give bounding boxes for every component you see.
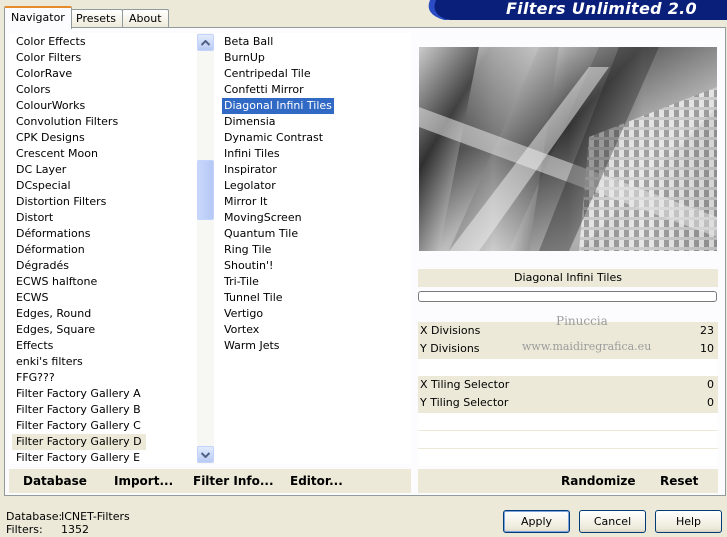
category-item[interactable]: Filter Factory Gallery E — [12, 450, 144, 466]
chevron-up-icon — [201, 39, 210, 46]
editor-link[interactable]: Editor... — [290, 473, 343, 489]
category-item[interactable]: ECWS — [12, 290, 53, 306]
category-item[interactable]: Distortion Filters — [12, 194, 110, 210]
filter-item[interactable]: BurnUp — [222, 50, 267, 66]
category-item[interactable]: ECWS halftone — [12, 274, 101, 290]
category-item[interactable]: Convolution Filters — [12, 114, 122, 130]
filter-item[interactable]: Beta Ball — [222, 34, 275, 50]
scroll-down-button[interactable] — [197, 446, 214, 463]
filter-item[interactable]: Warm Jets — [222, 338, 282, 354]
category-item[interactable]: Edges, Square — [12, 322, 99, 338]
filter-item[interactable]: Quantum Tile — [222, 226, 300, 242]
param-y-tiling-selector[interactable]: Y Tiling Selector 0 — [418, 394, 718, 412]
category-item[interactable]: Color Filters — [12, 50, 85, 66]
param-value: 10 — [700, 342, 714, 355]
param-label: Y Tiling Selector — [420, 396, 509, 409]
filters-count-label: Filters: — [6, 523, 43, 536]
param-value: 23 — [700, 324, 714, 337]
database-link[interactable]: Database — [23, 473, 87, 489]
app-title: Filters Unlimited 2.0 — [505, 0, 697, 18]
scroll-thumb[interactable] — [197, 160, 214, 220]
filter-item[interactable]: Infini Tiles — [222, 146, 282, 162]
filter-item[interactable]: Centripedal Tile — [222, 66, 313, 82]
param-value: 0 — [707, 378, 714, 391]
filter-item[interactable]: Tri-Tile — [222, 274, 261, 290]
category-item[interactable]: ColorRave — [12, 66, 76, 82]
preview-toolbar: Randomize Reset — [418, 469, 718, 493]
param-label: X Tiling Selector — [420, 378, 510, 391]
filter-item[interactable]: Tunnel Tile — [222, 290, 285, 306]
category-item[interactable]: Filter Factory Gallery D — [12, 434, 146, 450]
category-item[interactable]: FFG??? — [12, 370, 59, 386]
category-item[interactable]: ColourWorks — [12, 98, 89, 114]
category-item[interactable]: Edges, Round — [12, 306, 95, 322]
category-item[interactable]: DCspecial — [12, 178, 75, 194]
apply-button[interactable]: Apply — [503, 510, 570, 533]
database-label: Database: — [6, 510, 63, 523]
category-item[interactable]: CPK Designs — [12, 130, 89, 146]
tab-presets[interactable]: Presets — [69, 9, 124, 28]
category-list[interactable]: Color Effects Color Filters ColorRave Color… — [9, 33, 214, 466]
filter-item[interactable]: Confetti Mirror — [222, 82, 306, 98]
category-item[interactable]: Dégradés — [12, 258, 73, 274]
param-empty-row — [418, 448, 718, 466]
chevron-down-icon — [201, 451, 210, 458]
filter-item[interactable]: Dynamic Contrast — [222, 130, 325, 146]
filter-item[interactable]: Ring Tile — [222, 242, 273, 258]
preview-graphic — [419, 47, 717, 251]
filter-info-link[interactable]: Filter Info... — [193, 473, 274, 489]
filter-item[interactable]: Vertigo — [222, 306, 265, 322]
status-info: Database: ICNET-Filters Filters: 1352 — [6, 510, 206, 536]
filter-list[interactable]: Beta Ball BurnUp Centripedal Tile Confetti … — [214, 33, 411, 464]
category-item[interactable]: Filter Factory Gallery A — [12, 386, 145, 402]
category-scrollbar[interactable] — [197, 33, 214, 464]
reset-link[interactable]: Reset — [660, 473, 698, 489]
filter-preview-image — [419, 47, 717, 251]
category-item[interactable]: Filter Factory Gallery C — [12, 418, 145, 434]
tab-navigator[interactable]: Navigator — [4, 6, 72, 29]
watermark-url: www.maidiregrafica.eu — [522, 340, 652, 353]
category-item[interactable]: Colors — [12, 82, 54, 98]
category-item[interactable]: Déformation — [12, 242, 89, 258]
param-x-tiling-selector[interactable]: X Tiling Selector 0 — [418, 376, 718, 394]
filter-item[interactable]: Vortex — [222, 322, 261, 338]
param-value: 0 — [707, 396, 714, 409]
param-empty-row — [418, 430, 718, 448]
param-label: X Divisions — [420, 324, 481, 337]
category-item[interactable]: Crescent Moon — [12, 146, 102, 162]
scroll-up-button[interactable] — [197, 34, 214, 51]
navigator-toolbar: Database Import... Filter Info... Editor… — [9, 469, 411, 493]
database-value: ICNET-Filters — [61, 510, 130, 523]
progress-bar — [418, 291, 717, 302]
param-label: Y Divisions — [420, 342, 480, 355]
category-item[interactable]: Effects — [12, 338, 57, 354]
randomize-link[interactable]: Randomize — [561, 473, 635, 489]
selected-filter-name: Diagonal Infini Tiles — [418, 269, 718, 287]
filter-item[interactable]: Inspirator — [222, 162, 279, 178]
help-button[interactable]: Help — [655, 510, 722, 533]
category-item[interactable]: Filter Factory Gallery B — [12, 402, 145, 418]
param-empty-row — [418, 358, 718, 376]
category-item[interactable]: Déformations — [12, 226, 94, 242]
filter-item[interactable]: Legolator — [222, 178, 278, 194]
import-link[interactable]: Import... — [114, 473, 173, 489]
category-item[interactable]: enki's filters — [12, 354, 87, 370]
category-item[interactable]: Distort — [12, 210, 57, 226]
watermark-name: Pinuccia — [556, 314, 608, 328]
category-item[interactable]: DC Layer — [12, 162, 70, 178]
category-item[interactable]: Color Effects — [12, 34, 90, 50]
filter-item[interactable]: Diagonal Infini Tiles — [222, 98, 334, 114]
cancel-button[interactable]: Cancel — [579, 510, 646, 533]
title-banner: Filters Unlimited 2.0 — [420, 0, 727, 20]
filter-item[interactable]: Dimensia — [222, 114, 278, 130]
filter-item[interactable]: Mirror It — [222, 194, 269, 210]
filter-item[interactable]: Shoutin'! — [222, 258, 275, 274]
filter-item[interactable]: MovingScreen — [222, 210, 304, 226]
filters-count-value: 1352 — [61, 523, 89, 536]
tab-about[interactable]: About — [122, 9, 169, 28]
param-empty-row — [418, 412, 718, 430]
